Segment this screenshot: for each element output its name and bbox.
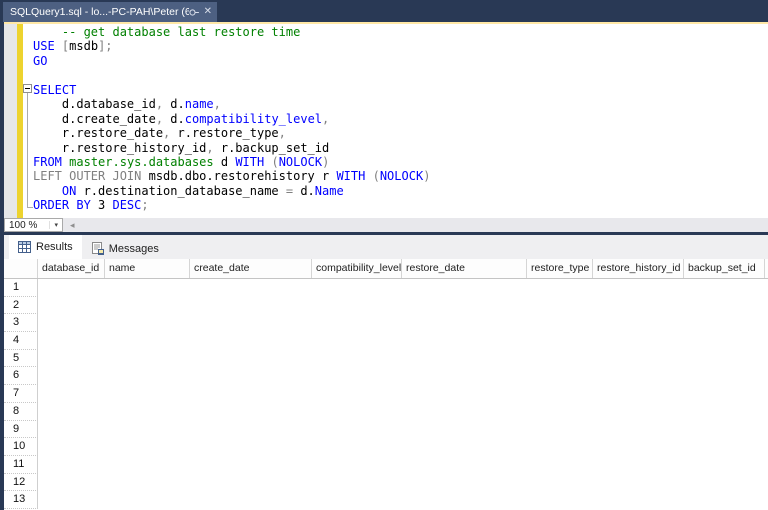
table-row: 4 (4, 332, 768, 350)
row-number[interactable]: 6 (4, 367, 38, 385)
row-number[interactable]: 12 (4, 474, 38, 492)
row-cells-empty[interactable] (38, 332, 768, 350)
row-cells-empty[interactable] (38, 279, 768, 297)
row-cells-empty[interactable] (38, 491, 768, 509)
results-grid-icon (18, 241, 31, 253)
scroll-left-icon[interactable]: ◂ (70, 219, 75, 231)
column-header-compatibility_level[interactable]: compatibility_level (312, 259, 402, 278)
row-cells-empty[interactable] (38, 350, 768, 368)
zoom-dropdown[interactable]: 100 % ▾ (4, 218, 63, 232)
row-number[interactable]: 13 (4, 491, 38, 509)
code-line: ON r.destination_database_name = d.Name (33, 184, 768, 198)
column-header-restore_date[interactable]: restore_date (402, 259, 527, 278)
row-number[interactable]: 10 (4, 438, 38, 456)
column-header-backup_set_id[interactable]: backup_set_id (684, 259, 765, 278)
chevron-down-icon: ▾ (49, 221, 62, 229)
row-number[interactable]: 7 (4, 385, 38, 403)
pin-icon[interactable]: ⚲ (189, 8, 200, 16)
modified-lines-indicator (17, 24, 23, 218)
row-number[interactable]: 5 (4, 350, 38, 368)
messages-icon (91, 242, 104, 255)
table-row: 2 (4, 297, 768, 315)
document-tab[interactable]: SQLQuery1.sql - lo...-PC-PAH\Peter (68))… (3, 2, 217, 22)
zoom-value: 100 % (9, 220, 37, 231)
table-row: 9 (4, 421, 768, 439)
row-number[interactable]: 9 (4, 421, 38, 439)
column-header-restore_type[interactable]: restore_type (527, 259, 593, 278)
grid-corner-cell[interactable] (4, 259, 38, 278)
code-line: r.restore_history_id, r.backup_set_id (33, 141, 768, 155)
table-row: 7 (4, 385, 768, 403)
results-tab-bar: Results Messages (4, 235, 768, 259)
code-area[interactable]: -- get database last restore timeUSE [ms… (33, 25, 768, 213)
row-number[interactable]: 11 (4, 456, 38, 474)
horizontal-scrollbar[interactable]: ◂ (63, 218, 768, 232)
grid-header-row: database_idnamecreate_datecompatibility_… (4, 259, 768, 279)
code-line: LEFT OUTER JOIN msdb.dbo.restorehistory … (33, 169, 768, 183)
editor-indicator-margin (4, 24, 17, 218)
column-header-name[interactable]: name (105, 259, 190, 278)
code-line: USE [msdb]; (33, 39, 768, 53)
table-row: 6 (4, 367, 768, 385)
row-cells-empty[interactable] (38, 474, 768, 492)
row-number[interactable]: 2 (4, 297, 38, 315)
fold-collapse-icon[interactable] (23, 84, 32, 93)
code-line: SELECT (33, 83, 768, 97)
table-row: 1 (4, 279, 768, 297)
row-number[interactable]: 1 (4, 279, 38, 297)
code-line: -- get database last restore time (33, 25, 768, 39)
row-cells-empty[interactable] (38, 314, 768, 332)
row-cells-empty[interactable] (38, 438, 768, 456)
row-number[interactable]: 3 (4, 314, 38, 332)
row-cells-empty[interactable] (38, 367, 768, 385)
table-row: 5 (4, 350, 768, 368)
code-line: GO (33, 54, 768, 68)
tab-results[interactable]: Results (9, 235, 82, 259)
document-tab-title: SQLQuery1.sql - lo...-PC-PAH\Peter (68))… (10, 6, 189, 18)
results-grid[interactable]: database_idnamecreate_datecompatibility_… (4, 259, 768, 510)
row-cells-empty[interactable] (38, 456, 768, 474)
code-line (33, 68, 768, 82)
tab-messages[interactable]: Messages (82, 238, 168, 259)
row-cells-empty[interactable] (38, 421, 768, 439)
tab-results-label: Results (36, 241, 73, 253)
table-row: 8 (4, 403, 768, 421)
table-row: 3 (4, 314, 768, 332)
table-row: 11 (4, 456, 768, 474)
table-row: 13 (4, 491, 768, 509)
code-line: r.restore_date, r.restore_type, (33, 126, 768, 140)
row-number[interactable]: 4 (4, 332, 38, 350)
code-line: ORDER BY 3 DESC; (33, 198, 768, 212)
code-line: d.database_id, d.name, (33, 97, 768, 111)
grid-rows: 12345678910111213 (4, 279, 768, 509)
column-header-create_date[interactable]: create_date (190, 259, 312, 278)
column-header-database_id[interactable]: database_id (38, 259, 105, 278)
sql-editor-pane[interactable]: -- get database last restore timeUSE [ms… (4, 24, 768, 218)
row-cells-empty[interactable] (38, 385, 768, 403)
close-icon[interactable]: ✕ (204, 7, 212, 17)
ssms-window: SQLQuery1.sql - lo...-PC-PAH\Peter (68))… (0, 0, 768, 510)
tab-messages-label: Messages (109, 243, 159, 255)
row-number[interactable]: 8 (4, 403, 38, 421)
code-line: FROM master.sys.databases d WITH (NOLOCK… (33, 155, 768, 169)
editor-bottom-bar: 100 % ▾ ◂ (4, 218, 768, 232)
table-row: 12 (4, 474, 768, 492)
column-header-restore_history_id[interactable]: restore_history_id (593, 259, 684, 278)
document-tab-bar: SQLQuery1.sql - lo...-PC-PAH\Peter (68))… (0, 0, 768, 22)
code-line: d.create_date, d.compatibility_level, (33, 112, 768, 126)
row-cells-empty[interactable] (38, 403, 768, 421)
row-cells-empty[interactable] (38, 297, 768, 315)
table-row: 10 (4, 438, 768, 456)
